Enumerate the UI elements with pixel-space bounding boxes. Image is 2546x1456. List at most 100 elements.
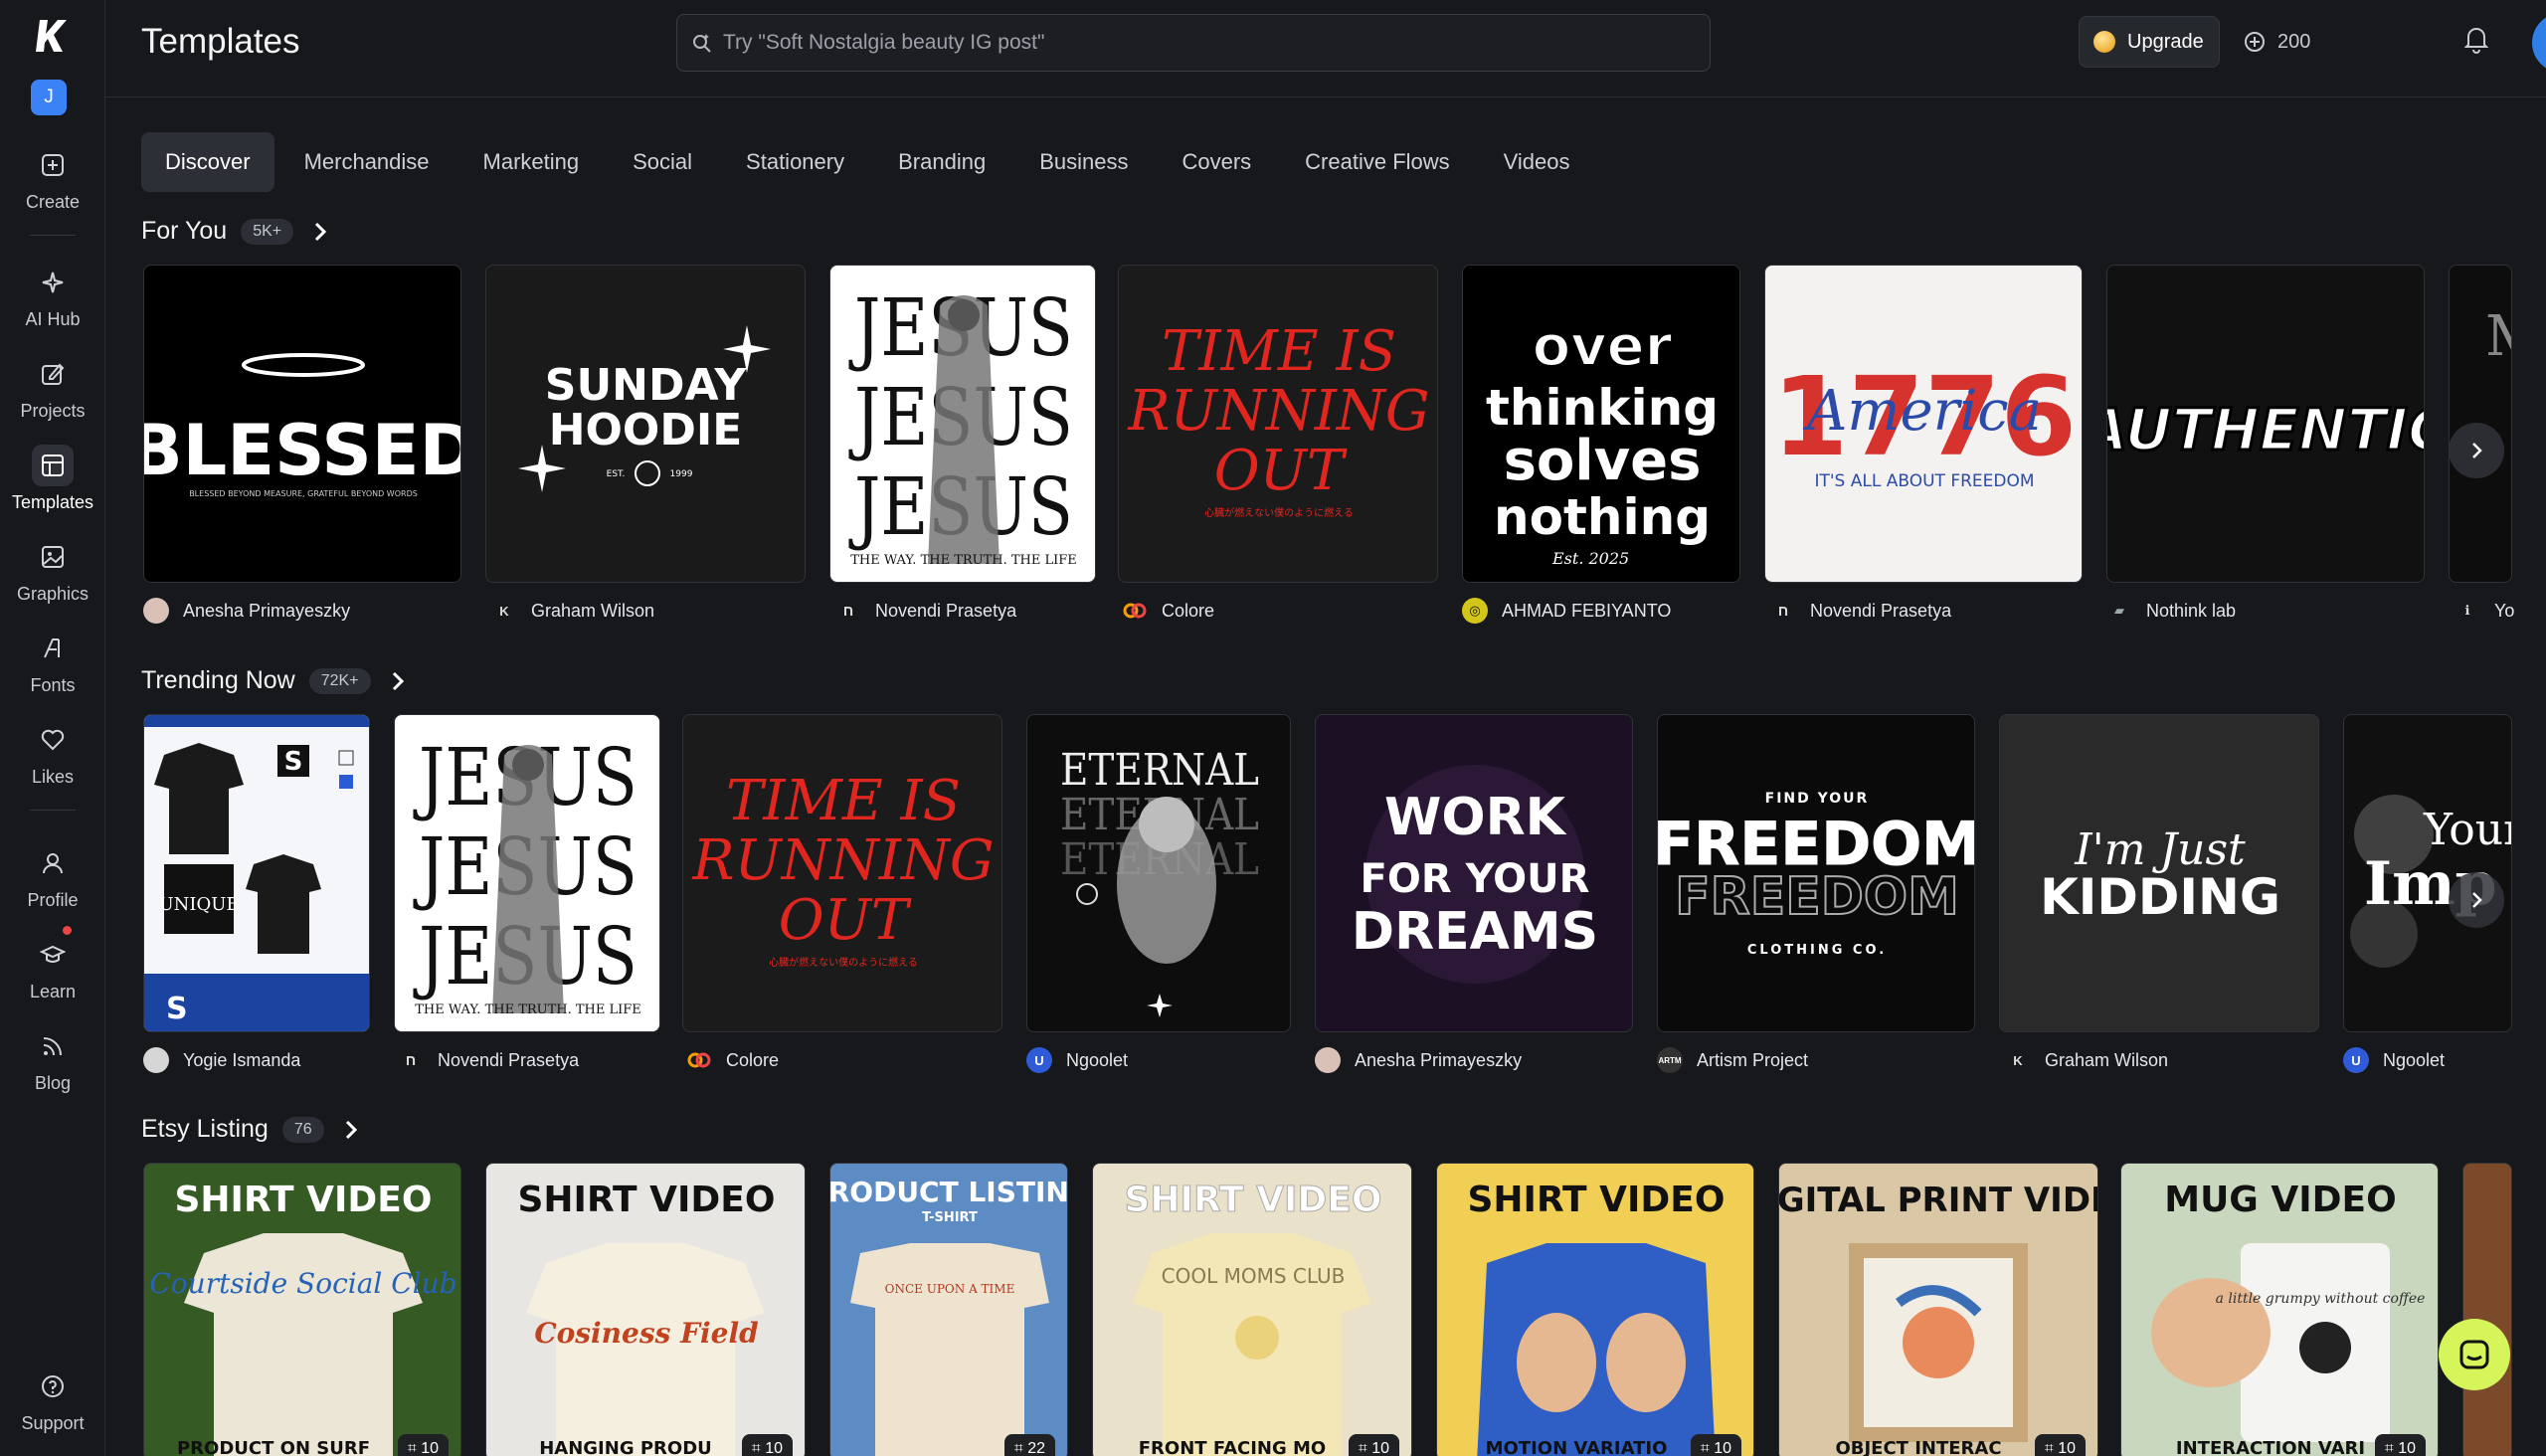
chat-button[interactable]	[2439, 1319, 2510, 1390]
user-avatar[interactable]: J	[2532, 13, 2546, 73]
sidebar-item-profile[interactable]: Profile	[0, 835, 105, 917]
card-art-subtext: Est. 2025	[1551, 549, 1629, 568]
credits-button[interactable]: 200	[2244, 22, 2310, 62]
sidebar-item-label: Profile	[27, 889, 79, 910]
chevron-right-icon[interactable]	[309, 221, 331, 243]
card-author[interactable]: ▰ Nothink lab	[2106, 598, 2236, 624]
card-author[interactable]: ARTM Artism Project	[1657, 1047, 1808, 1073]
video-count-badge: ⌗ 10	[397, 1434, 449, 1456]
chevron-right-icon	[2472, 892, 2482, 908]
video-template-card[interactable]: DIGITAL PRINT VIDEO OBJECT INTERAC ⌗ 10	[1778, 1163, 2098, 1456]
card-author[interactable]: ◎ AHMAD FEBIYANTO	[1462, 598, 1671, 624]
tab-videos[interactable]: Videos	[1480, 132, 1594, 192]
card-author[interactable]: Anesha Primayeszky	[143, 598, 350, 624]
template-preview: SHIRT VIDEO COOL MOMS CLUB FRONT FACING …	[1124, 1180, 1382, 1456]
template-card[interactable]: JESUS JESUS JESUS THE WAY. THE TRUTH. TH…	[394, 714, 660, 1032]
sidebar-item-graphics[interactable]: Graphics	[0, 529, 105, 611]
section-header-for-you[interactable]: For You 5K+	[141, 217, 331, 246]
video-template-card[interactable]: PRODUCT LISTING T-SHIRT ONCE UPON A TIME…	[829, 1163, 1068, 1456]
card-author[interactable]: U Ngoolet	[1026, 1047, 1128, 1073]
author-name: Ngoolet	[2383, 1049, 2446, 1070]
card-author[interactable]: K Graham Wilson	[491, 598, 654, 624]
card-author[interactable]: Colore	[1122, 598, 1214, 624]
sidebar-item-projects[interactable]: Projects	[0, 346, 105, 428]
upgrade-button[interactable]: Upgrade	[2079, 16, 2220, 68]
video-template-card[interactable]: SHIRT VIDEO COOL MOMS CLUB FRONT FACING …	[1092, 1163, 1412, 1456]
carousel-next-button[interactable]	[2449, 872, 2504, 928]
section-title: Etsy Listing	[141, 1115, 269, 1143]
tab-creative-flows[interactable]: Creative Flows	[1281, 132, 1473, 192]
section-header-etsy[interactable]: Etsy Listing 76	[141, 1115, 362, 1144]
template-card[interactable]: FIND YOUR FREEDOM FREEDOM CLOTHING CO.	[1657, 714, 1975, 1032]
video-template-card[interactable]: SHIRT VIDEO Cosiness Field HANGING PRODU…	[485, 1163, 806, 1456]
section-header-trending[interactable]: Trending Now 72K+	[141, 666, 409, 695]
template-card[interactable]: AUTHENTIC	[2106, 265, 2425, 583]
sidebar-item-blog[interactable]: Blog	[0, 1018, 105, 1100]
card-author[interactable]: Yogie Ismanda	[143, 1047, 300, 1073]
video-template-card[interactable]: SHIRT VIDEO Courtside Social Club PRODUC…	[143, 1163, 461, 1456]
sidebar-item-label: Create	[25, 191, 81, 212]
template-preview: SUNDAY HOODIE EST. 1999	[518, 325, 771, 492]
tab-stationery[interactable]: Stationery	[722, 132, 868, 192]
chevron-right-icon[interactable]	[387, 670, 409, 692]
template-card[interactable]: BLESSED BLESSED BEYOND MEASURE, GRATEFUL…	[143, 265, 461, 583]
sidebar-item-label: AI Hub	[25, 308, 81, 329]
card-art-text: ETERNAL	[1060, 745, 1259, 796]
template-card[interactable]: over thinking solves nothing Est. 2025	[1462, 265, 1740, 583]
sidebar-item-templates[interactable]: Templates	[0, 438, 105, 519]
carousel-next-button[interactable]	[2449, 423, 2504, 478]
tab-discover[interactable]: Discover	[141, 132, 274, 192]
card-author[interactable]: Colore	[686, 1047, 779, 1073]
card-author[interactable]: K Graham Wilson	[2005, 1047, 2168, 1073]
sidebar-item-learn[interactable]: Learn	[0, 927, 105, 1008]
sidebar-item-ai-hub[interactable]: AI Hub	[0, 255, 105, 336]
author-name: Anesha Primayeszky	[1355, 1049, 1523, 1070]
author-avatar: ח	[842, 602, 854, 620]
tab-social[interactable]: Social	[609, 132, 716, 192]
credits-count: 200	[2277, 30, 2311, 53]
card-author[interactable]: U Ngoolet	[2343, 1047, 2445, 1073]
card-author[interactable]: ℹ Yo	[2455, 598, 2515, 624]
card-art-subtext: 心臓が燃えない僕のように燃える	[1204, 506, 1354, 519]
sidebar-item-fonts[interactable]: Fonts	[0, 621, 105, 702]
video-template-card[interactable]: SHIRT VIDEO MOTION VARIATIO ⌗ 10	[1436, 1163, 1754, 1456]
card-art-text: ONCE UPON A TIME	[885, 1282, 1015, 1296]
card-headline: SHIRT VIDEO	[1468, 1180, 1726, 1220]
card-art-text: KIDDING	[2040, 868, 2280, 926]
card-author[interactable]: ח Novendi Prasetya	[1770, 598, 1951, 624]
kittl-logo[interactable]	[30, 14, 74, 58]
sidebar-item-label: Projects	[20, 400, 86, 421]
sidebar-item-likes[interactable]: Likes	[0, 712, 105, 794]
template-card[interactable]: Your Imp	[2343, 714, 2512, 1032]
tab-covers[interactable]: Covers	[1158, 132, 1275, 192]
template-card[interactable]: JESUS JESUS JESUS THE WAY. THE TRUTH. TH…	[829, 265, 1096, 583]
video-template-card[interactable]	[2462, 1163, 2512, 1456]
search-input[interactable]	[723, 31, 1678, 55]
author-avatar: U	[1026, 1047, 1052, 1073]
template-card[interactable]: TIME IS RUNNING OUT 心臓が燃えない僕のように燃える	[1118, 265, 1438, 583]
card-author[interactable]: Anesha Primayeszky	[1315, 1047, 1522, 1073]
template-card[interactable]: 1776 America IT'S ALL ABOUT FREEDOM	[1764, 265, 2083, 583]
card-author[interactable]: ח Novendi Prasetya	[835, 598, 1016, 624]
template-preview: SHIRT VIDEO Courtside Social Club PRODUC…	[149, 1180, 457, 1456]
tab-business[interactable]: Business	[1015, 132, 1152, 192]
notifications-button[interactable]	[2462, 24, 2490, 59]
tab-branding[interactable]: Branding	[874, 132, 1009, 192]
template-card[interactable]: TIME IS RUNNING OUT 心臓が燃えない僕のように燃える	[682, 714, 1002, 1032]
sidebar-item-support[interactable]: Support	[0, 1359, 105, 1440]
chevron-right-icon[interactable]	[340, 1119, 362, 1141]
tab-marketing[interactable]: Marketing	[459, 132, 604, 192]
template-card[interactable]: I'm Just KIDDING	[1999, 714, 2319, 1032]
video-template-card[interactable]: MUG VIDEO a little grumpy without coffee…	[2120, 1163, 2439, 1456]
author-avatar: ARTM	[1657, 1047, 1683, 1073]
search-bar[interactable]	[676, 14, 1711, 72]
template-card[interactable]: SUNDAY HOODIE EST. 1999	[485, 265, 806, 583]
plus-circle-icon	[2245, 32, 2265, 52]
sidebar-item-create[interactable]: Create	[0, 137, 105, 219]
tab-merchandise[interactable]: Merchandise	[280, 132, 454, 192]
template-card[interactable]: ETERNAL ETERNAL ETERNAL	[1026, 714, 1291, 1032]
card-author[interactable]: ח Novendi Prasetya	[398, 1047, 579, 1073]
template-card[interactable]: WORK FOR YOUR DREAMS	[1315, 714, 1633, 1032]
template-card[interactable]: S UNIQUE S	[143, 714, 370, 1032]
workspace-badge[interactable]: J	[31, 80, 67, 115]
